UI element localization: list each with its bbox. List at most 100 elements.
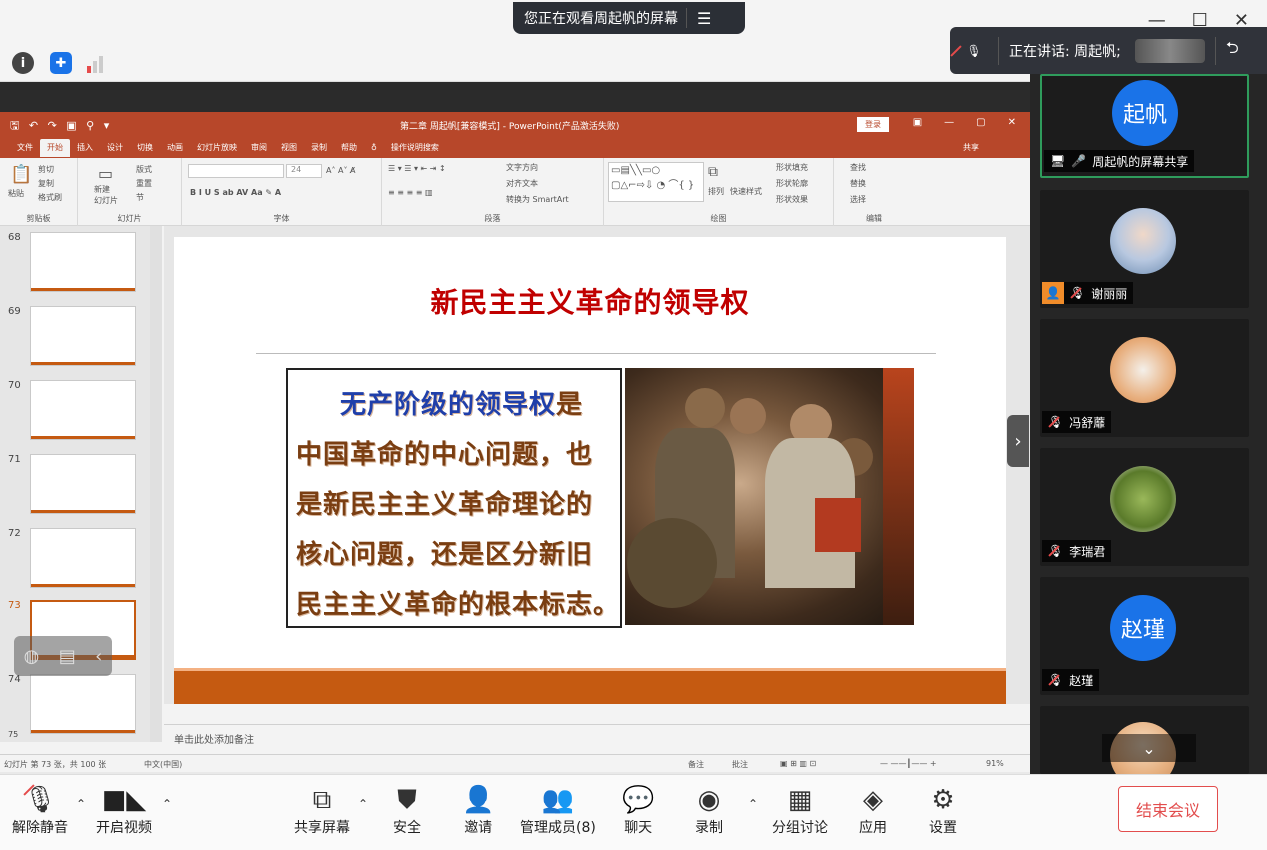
- arrange-button[interactable]: 排列: [708, 186, 724, 197]
- slide-title: 新民主主义革命的领导权: [430, 286, 750, 319]
- settings-button[interactable]: ⚙ 设置: [929, 783, 957, 837]
- tab-home[interactable]: 开始: [40, 139, 70, 157]
- collapse-icon[interactable]: ‹: [95, 646, 102, 667]
- new-slide-button[interactable]: 新建 幻灯片: [94, 184, 118, 206]
- notes-button[interactable]: 备注: [688, 759, 704, 770]
- find-button[interactable]: 查找: [850, 162, 866, 173]
- tab-design[interactable]: 设计: [100, 139, 130, 157]
- meeting-toolbar: 🎙 解除静音 ⌃ ■◣ 开启视频 ⌃ ⧉ 共享屏幕 ⌃ ⛊ 安全 👤 邀请 👥 …: [0, 774, 1267, 850]
- list-icons[interactable]: ☰ ▾ ☰ ▾ ⇤ ⇥ ↕: [388, 164, 446, 173]
- return-icon[interactable]: ⮌: [1226, 37, 1239, 64]
- info-icon[interactable]: i: [12, 52, 34, 74]
- participant-tile[interactable]: 🎙 冯舒蘼: [1040, 319, 1249, 437]
- quick-access-icons[interactable]: 🖫 ↶ ↷ ▣ ⚲ ▾: [10, 117, 112, 136]
- slide-thumbnail-72[interactable]: [30, 528, 136, 588]
- start-video-button[interactable]: ■◣ 开启视频: [96, 783, 152, 837]
- shapes-gallery[interactable]: ▭▤╲╲▭○ ▢△⌐⇨⇩ ◔ ⌒{ }: [608, 162, 704, 202]
- current-slide[interactable]: 新民主主义革命的领导权 无产阶级的领导权是 中国革命的中心问题，也 是新民主主义…: [174, 237, 1006, 704]
- participant-tile[interactable]: 👤 🎙 谢丽丽: [1040, 190, 1249, 308]
- shape-outline-button[interactable]: 形状轮廓: [776, 178, 808, 189]
- format-painter-button[interactable]: 格式刷: [38, 192, 62, 203]
- replace-button[interactable]: 替换: [850, 178, 866, 189]
- slide-thumbnail-69[interactable]: [30, 306, 136, 366]
- tab-view[interactable]: 视图: [274, 139, 304, 157]
- reset-button[interactable]: 重置: [136, 178, 152, 189]
- tab-file[interactable]: 文件: [10, 139, 40, 157]
- manage-participants-button[interactable]: 👥 管理成员(8): [520, 783, 596, 837]
- viewing-banner[interactable]: 您正在观看周起帆的屏幕 ☰: [513, 2, 745, 34]
- security-button[interactable]: ⛊ 安全: [393, 783, 421, 837]
- chat-button[interactable]: 💬 聊天: [622, 783, 654, 837]
- share-screen-button[interactable]: ⧉ 共享屏幕: [294, 783, 350, 837]
- shield-icon[interactable]: ✚: [50, 52, 72, 74]
- font-format-icons[interactable]: B I U S ab AV Aa ✎ A: [190, 188, 281, 197]
- slide-textbox[interactable]: 无产阶级的领导权是 中国革命的中心问题，也 是新民主主义革命理论的 核心问题，还…: [286, 368, 622, 628]
- paste-button[interactable]: 粘贴: [8, 188, 24, 199]
- annotate-icon[interactable]: ◍: [24, 646, 40, 667]
- select-button[interactable]: 选择: [850, 194, 866, 205]
- record-button[interactable]: ◉ 录制: [695, 783, 723, 837]
- shape-fill-button[interactable]: 形状填充: [776, 162, 808, 173]
- unmute-label: 解除静音: [12, 820, 68, 836]
- slide-thumbnail-74[interactable]: [30, 674, 136, 734]
- menu-icon[interactable]: ☰: [697, 9, 711, 28]
- notes-pane[interactable]: 单击此处添加备注: [164, 724, 1030, 754]
- tab-transitions[interactable]: 切换: [130, 139, 160, 157]
- arrange-icon[interactable]: ⧉: [708, 164, 718, 180]
- align-text-button[interactable]: 对齐文本: [506, 178, 538, 189]
- signal-icon[interactable]: [84, 54, 106, 74]
- keyboard-icon[interactable]: ▤: [59, 646, 76, 667]
- participant-tile[interactable]: 起帆 🖥 🎤 周起帆的屏幕共享: [1040, 74, 1249, 178]
- align-icons[interactable]: ≡ ≡ ≡ ≡ ▥: [388, 188, 433, 197]
- copy-button[interactable]: 复制: [38, 178, 54, 189]
- ppt-window-controls[interactable]: ▣ — ▢ ✕: [913, 117, 1016, 128]
- paste-icon[interactable]: 📋: [10, 164, 32, 185]
- cut-button[interactable]: 剪切: [38, 164, 54, 175]
- shape-effects-button[interactable]: 形状效果: [776, 194, 808, 205]
- mic-muted-icon[interactable]: 🎙: [950, 44, 998, 58]
- tab-slideshow[interactable]: 幻灯片放映: [190, 139, 244, 157]
- share-button[interactable]: 共享: [956, 139, 986, 157]
- font-grow-icon[interactable]: A˄ A˅ A̸: [326, 166, 356, 175]
- video-options-caret[interactable]: ⌃: [162, 797, 172, 811]
- quick-styles-button[interactable]: 快速样式: [730, 186, 762, 197]
- tab-animations[interactable]: 动画: [160, 139, 190, 157]
- apps-button[interactable]: ◈ 应用: [859, 783, 887, 837]
- section-button[interactable]: 节: [136, 192, 144, 203]
- comments-button[interactable]: 批注: [732, 759, 748, 770]
- breakout-rooms-button[interactable]: ▦ 分组讨论: [772, 783, 828, 837]
- slide-thumbnail-71[interactable]: [30, 454, 136, 514]
- end-meeting-button[interactable]: 结束会议: [1118, 786, 1218, 832]
- layout-button[interactable]: 版式: [136, 164, 152, 175]
- tab-insert[interactable]: 插入: [70, 139, 100, 157]
- view-icons[interactable]: ▣ ⊞ ▥ ⊡: [780, 759, 816, 768]
- tab-help[interactable]: 帮助: [334, 139, 364, 157]
- zoom-level[interactable]: 91%: [986, 759, 1004, 768]
- thumb-number: 73: [8, 600, 21, 611]
- login-button[interactable]: 登录: [857, 117, 889, 132]
- smartart-button[interactable]: 转换为 SmartArt: [506, 194, 569, 205]
- zoom-slider[interactable]: — ——┃—— +: [880, 759, 937, 768]
- participant-name-tag: 🎙 冯舒蘼: [1042, 411, 1112, 433]
- unmute-button[interactable]: 🎙 解除静音: [12, 783, 68, 837]
- text-line-3: 是新民主主义革命理论的: [296, 490, 594, 520]
- record-options-caret[interactable]: ⌃: [748, 797, 758, 811]
- slide-thumbnail-70[interactable]: [30, 380, 136, 440]
- text-direction-button[interactable]: 文字方向: [506, 162, 538, 173]
- share-options-caret[interactable]: ⌃: [358, 797, 368, 811]
- tell-me-search[interactable]: 操作说明搜索: [384, 139, 446, 157]
- audio-options-caret[interactable]: ⌃: [76, 797, 86, 811]
- floating-controls[interactable]: ◍ ▤ ‹: [14, 636, 112, 676]
- participant-tile[interactable]: 赵瑾 🎙 赵瑾: [1040, 577, 1249, 695]
- tab-record[interactable]: 录制: [304, 139, 334, 157]
- slide-thumbnail-68[interactable]: [30, 232, 136, 292]
- font-name-box[interactable]: [188, 164, 284, 178]
- participant-tile[interactable]: 🎙 李瑞君: [1040, 448, 1249, 566]
- gallery-toggle-icon[interactable]: ›: [1007, 415, 1029, 467]
- chevron-down-icon[interactable]: ⌄: [1102, 734, 1196, 762]
- new-slide-icon[interactable]: ▭: [98, 164, 113, 183]
- thumbnail-scrollbar[interactable]: [150, 226, 162, 742]
- invite-button[interactable]: 👤 邀请: [462, 783, 494, 837]
- tab-review[interactable]: 审阅: [244, 139, 274, 157]
- font-size-box[interactable]: 24: [286, 164, 322, 178]
